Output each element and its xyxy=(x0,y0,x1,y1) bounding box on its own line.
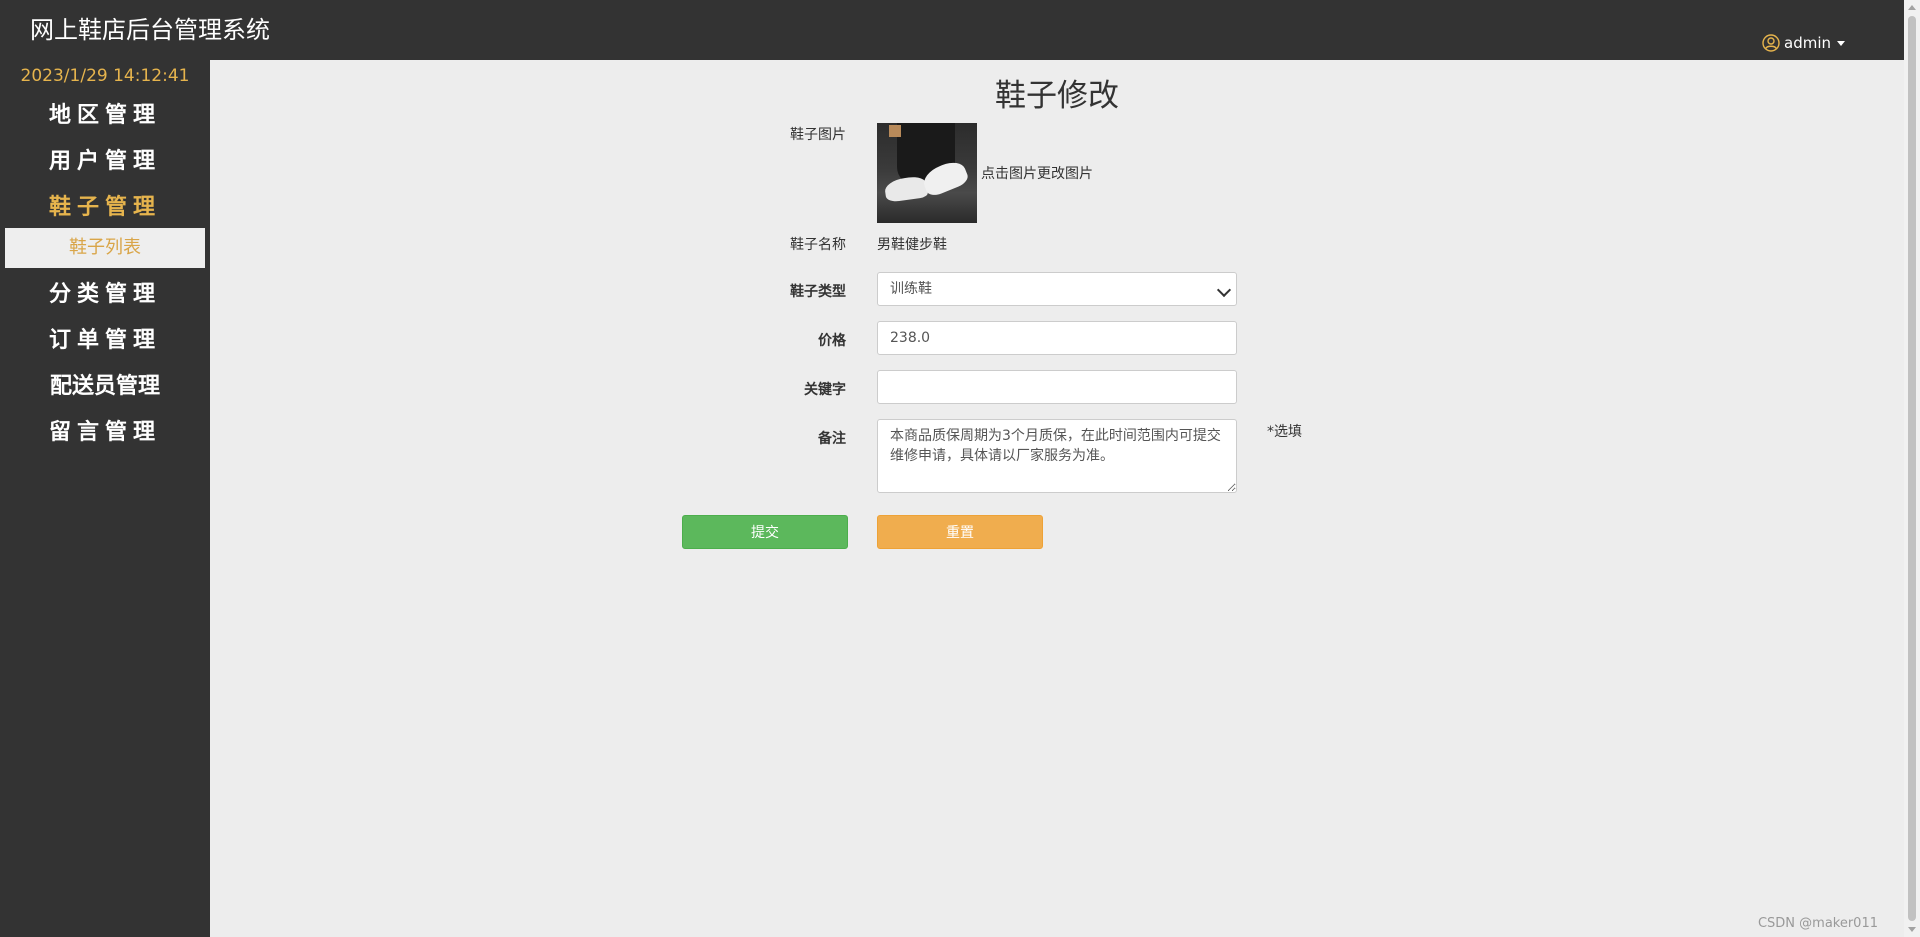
sidebar-item-messages[interactable]: 留言管理 xyxy=(0,413,210,453)
image-shoe-left xyxy=(883,175,929,203)
app-title: 网上鞋店后台管理系统 xyxy=(30,16,270,44)
sidebar-subitem-shoe-list[interactable]: 鞋子列表 xyxy=(5,228,205,268)
sidebar-item-couriers[interactable]: 配送员管理 xyxy=(0,367,210,407)
price-input[interactable] xyxy=(877,321,1237,355)
keyword-input[interactable] xyxy=(877,370,1237,404)
image-label: 鞋子图片 xyxy=(790,127,846,143)
type-label: 鞋子类型 xyxy=(790,284,846,300)
sidebar: 2023/1/29 14:12:41 地区管理 用户管理 鞋子管理 鞋子列表 分… xyxy=(0,60,210,937)
shoe-image[interactable] xyxy=(877,123,977,223)
scroll-up-icon[interactable] xyxy=(1908,5,1916,10)
page-title: 鞋子修改 xyxy=(210,76,1904,116)
keyword-label: 关键字 xyxy=(804,382,846,398)
user-name: admin xyxy=(1784,34,1831,52)
user-icon xyxy=(1762,34,1780,52)
page-title-text: 鞋子修改 xyxy=(995,78,1119,114)
sidebar-item-categories[interactable]: 分类管理 xyxy=(0,275,210,315)
name-label: 鞋子名称 xyxy=(790,237,846,253)
scroll-down-icon[interactable] xyxy=(1908,927,1916,932)
scrollbar-thumb[interactable] xyxy=(1908,16,1916,921)
image-logo xyxy=(889,125,901,137)
sidebar-item-users[interactable]: 用户管理 xyxy=(0,142,210,182)
submit-button[interactable]: 提交 xyxy=(682,515,848,549)
name-value: 男鞋健步鞋 xyxy=(877,237,947,253)
remark-label: 备注 xyxy=(818,431,846,447)
user-menu[interactable]: admin xyxy=(1762,32,1845,54)
remark-textarea[interactable]: 本商品质保周期为3个月质保，在此时间范围内可提交维修申请，具体请以厂家服务为准。 xyxy=(877,419,1237,493)
sidebar-item-shoes[interactable]: 鞋子管理 xyxy=(0,188,210,228)
chevron-down-icon xyxy=(1837,40,1845,46)
type-select[interactable]: 训练鞋 xyxy=(877,272,1237,306)
clock: 2023/1/29 14:12:41 xyxy=(20,66,190,86)
vertical-scrollbar[interactable] xyxy=(1904,0,1920,937)
reset-button[interactable]: 重置 xyxy=(877,515,1043,549)
image-hint: 点击图片更改图片 xyxy=(981,166,1093,182)
sidebar-item-region[interactable]: 地区管理 xyxy=(0,96,210,136)
optional-note: *选填 xyxy=(1267,424,1302,440)
price-label: 价格 xyxy=(818,333,846,349)
main-content: 鞋子修改 鞋子图片 点击图片更改图片 鞋子名称 男鞋健步鞋 鞋子类型 训练鞋 价… xyxy=(210,60,1904,937)
top-bar: 网上鞋店后台管理系统 admin xyxy=(0,0,1904,60)
watermark: CSDN @maker011 xyxy=(1757,916,1878,931)
sidebar-item-orders[interactable]: 订单管理 xyxy=(0,321,210,361)
